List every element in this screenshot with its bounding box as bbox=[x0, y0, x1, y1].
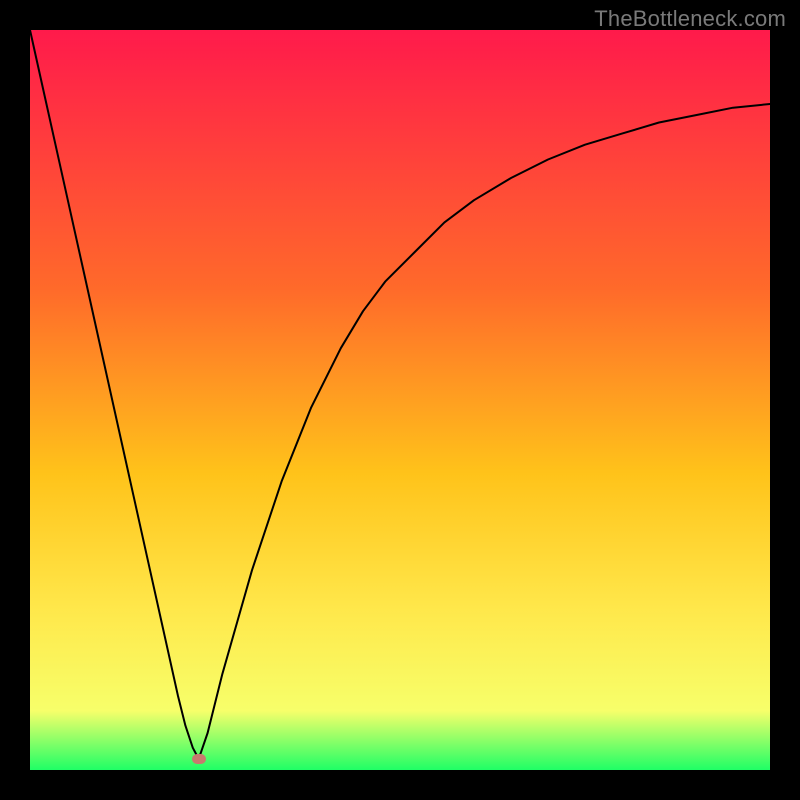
plot-svg bbox=[30, 30, 770, 770]
gradient-background bbox=[30, 30, 770, 770]
chart-frame: TheBottleneck.com bbox=[0, 0, 800, 800]
watermark-text: TheBottleneck.com bbox=[594, 6, 786, 32]
plot-area bbox=[30, 30, 770, 770]
min-marker bbox=[192, 754, 206, 764]
